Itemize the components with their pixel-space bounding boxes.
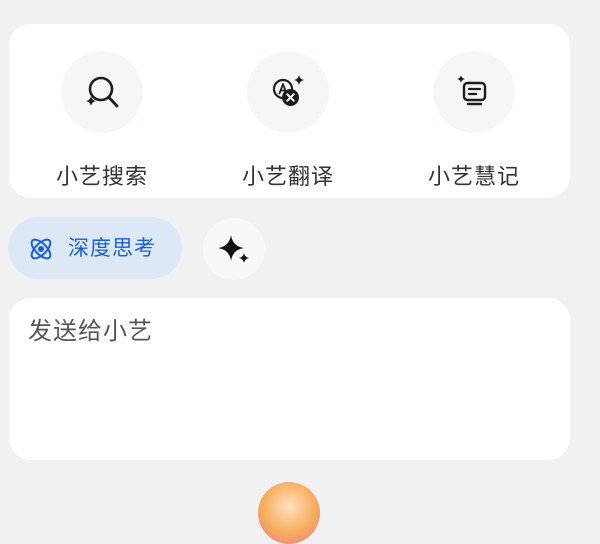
search-sparkle-icon (86, 76, 119, 108)
sparkle-icon (218, 235, 249, 263)
xiaoyi-translate-button[interactable]: 小艺翻译 (195, 24, 381, 198)
xiaoyi-notes-button[interactable]: 小艺慧记 (381, 24, 567, 198)
quick-action-label-search: 小艺搜索 (55, 165, 148, 190)
notes-icon-circle (433, 51, 515, 133)
search-icon-circle (61, 51, 143, 133)
deep-think-orbit-icon (30, 238, 52, 260)
translate-icon (272, 75, 304, 106)
message-input-card[interactable]: 发送给小艺 (9, 298, 570, 460)
translate-icon-circle (247, 51, 329, 133)
deep-think-toggle[interactable]: 深度思考 (8, 217, 182, 279)
deep-think-label: 深度思考 (68, 236, 156, 260)
xiaoyi-search-button[interactable]: 小艺搜索 (9, 24, 195, 198)
quick-actions-card: 小艺搜索 小艺翻译 小艺慧记 (9, 24, 570, 198)
notes-icon (457, 75, 487, 106)
message-input-placeholder[interactable]: 发送给小艺 (28, 315, 153, 347)
sparkle-button[interactable] (203, 218, 265, 280)
quick-action-label-notes: 小艺慧记 (427, 165, 520, 190)
xiaoyi-avatar[interactable] (258, 482, 320, 544)
quick-action-label-translate: 小艺翻译 (241, 165, 334, 190)
